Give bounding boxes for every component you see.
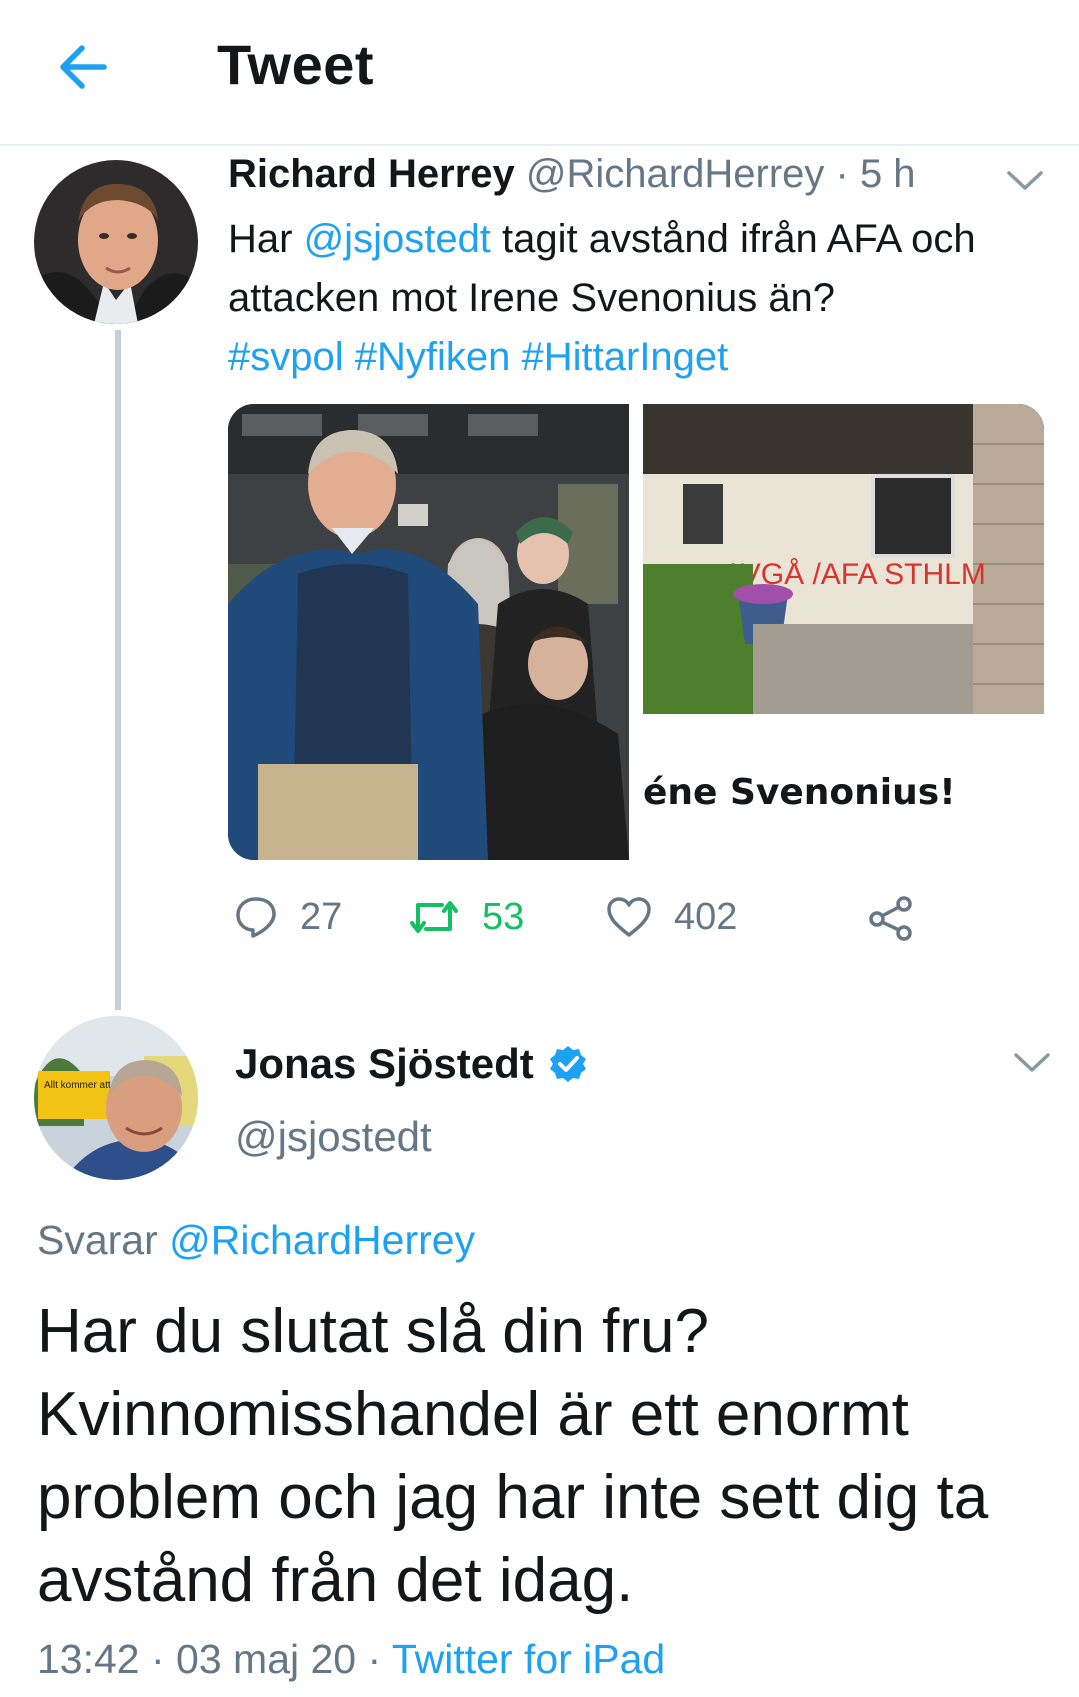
tweet2-source[interactable]: Twitter for iPad (392, 1636, 665, 1682)
tweet2-meta: 13:42 · 03 maj 20 · Twitter for iPad (37, 1636, 665, 1683)
chevron-down-icon[interactable] (1005, 168, 1045, 194)
tweet2-time: 13:42 (37, 1636, 140, 1682)
retweet-button[interactable]: 53 (408, 895, 524, 939)
link-card-caption: éne Svenonius! (643, 772, 956, 813)
thread-connector-line (115, 330, 121, 1010)
link-card[interactable]: AVGÅ /AFA STHLM éne Svenonius! (643, 404, 1044, 860)
meta-separator: · (139, 1636, 177, 1682)
verified-badge-icon (549, 1046, 586, 1082)
like-button[interactable]: 402 (606, 895, 737, 939)
hashtag[interactable]: #Nyfiken (355, 335, 511, 379)
hashtag[interactable]: #HittarInget (522, 335, 729, 379)
tweet2-date: 03 maj 20 (176, 1636, 357, 1682)
back-arrow-icon[interactable] (54, 36, 116, 98)
like-count: 402 (674, 895, 738, 938)
reply-to-mention[interactable]: @RichardHerrey (169, 1217, 475, 1263)
reply-count: 27 (300, 895, 343, 938)
share-icon (869, 896, 912, 941)
share-button[interactable] (868, 895, 914, 941)
chevron-down-icon[interactable] (1012, 1050, 1052, 1076)
tweet1-display-name[interactable]: Richard Herrey (228, 152, 515, 196)
page-title: Tweet (217, 33, 375, 96)
meta-separator: · (356, 1636, 392, 1682)
photo-group-portrait[interactable] (228, 404, 629, 860)
tweet2-display-name[interactable]: Jonas Sjöstedt (235, 1040, 534, 1088)
tweet1-text-start: Har (228, 217, 304, 261)
avatar-richard-herrey[interactable] (34, 160, 198, 324)
like-icon (607, 897, 651, 937)
tweet2-handle[interactable]: @jsjostedt (235, 1113, 432, 1161)
tweet1-text: Har @jsjostedt tagit avstånd ifrån AFA o… (228, 210, 1028, 387)
tweet1-handle[interactable]: @RichardHerrey (526, 152, 824, 196)
tweet1-mention[interactable]: @jsjostedt (304, 217, 491, 261)
hashtag[interactable]: #svpol (228, 335, 344, 379)
tweet1-time[interactable]: 5 h (860, 152, 916, 196)
reply-context: Svarar @RichardHerrey (37, 1217, 475, 1264)
reply-button[interactable]: 27 (234, 895, 342, 939)
tweet1-header: Richard Herrey @RichardHerrey · 5 h (228, 152, 916, 197)
top-bar: Tweet (0, 0, 1079, 146)
reply-icon (236, 897, 276, 938)
tweet2-header: Jonas Sjöstedt (235, 1040, 588, 1088)
tweet1-separator: · (824, 152, 860, 196)
tweet2-text: Har du slutat slå din fru? Kvinnomisshan… (37, 1297, 989, 1615)
avatar-jonas-sjostedt[interactable]: Allt kommer att bli bra (34, 1016, 198, 1180)
retweet-count: 53 (482, 895, 525, 938)
tweet1-media: AVGÅ /AFA STHLM éne Svenonius! (228, 404, 1044, 860)
reply-prefix: Svarar (37, 1217, 170, 1263)
retweet-icon (410, 901, 458, 933)
